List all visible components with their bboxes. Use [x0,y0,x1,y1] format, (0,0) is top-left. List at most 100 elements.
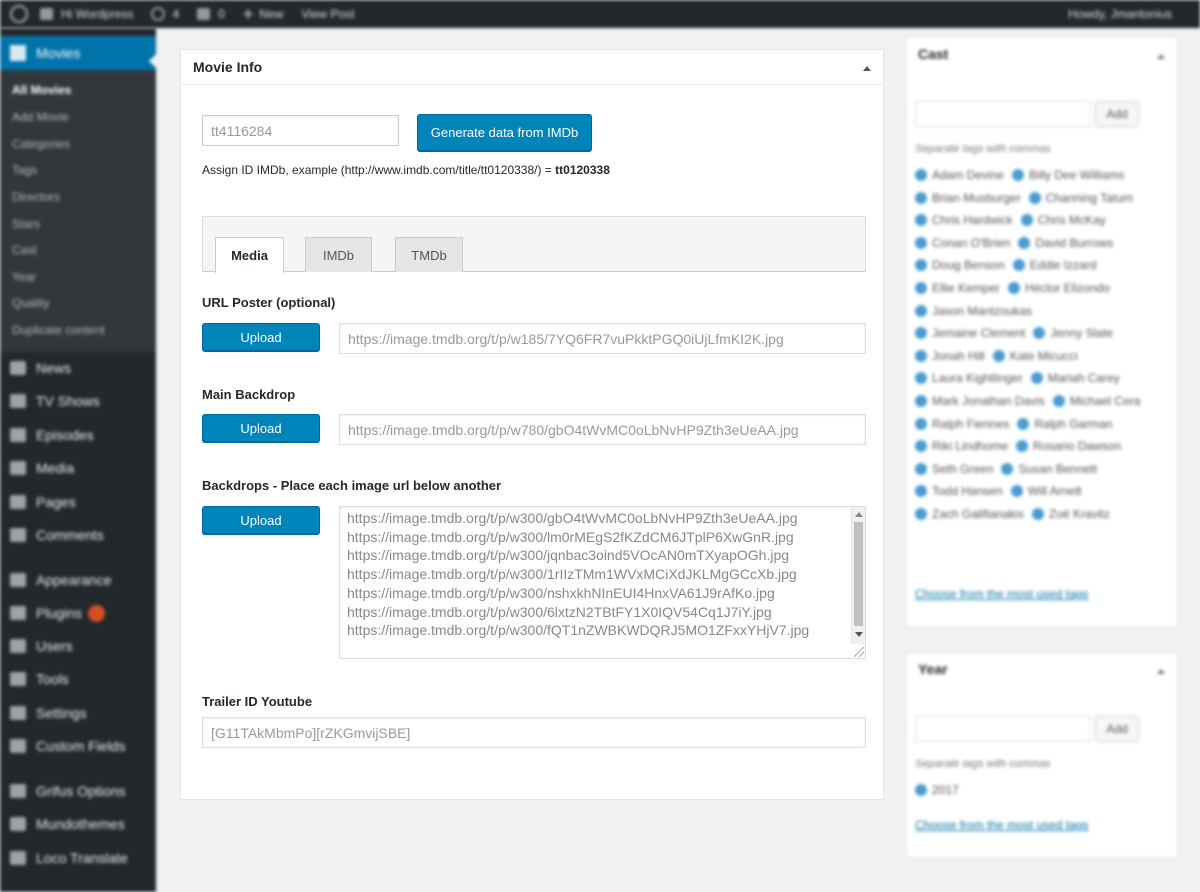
remove-tag-icon[interactable] [915,281,927,294]
tag-item[interactable]: Ellie Kemper [915,277,1000,300]
remove-tag-icon[interactable] [915,372,927,385]
tag-item[interactable]: Michael Cera [1052,390,1140,413]
new-content-link[interactable]: + New [243,5,284,23]
backdrops-upload-button[interactable]: Upload [202,506,320,534]
poster-url-input[interactable]: https://image.tmdb.org/t/p/w185/7YQ6FR7v… [339,323,866,354]
tag-item[interactable]: Mark Jonathan Davis [915,390,1045,413]
remove-tag-icon[interactable] [1018,236,1031,249]
wordpress-logo-icon[interactable] [10,5,28,23]
tag-item[interactable]: Ralph Fiennes [915,413,1009,436]
menu-item-users[interactable]: Users [0,631,156,661]
poster-upload-button[interactable]: Upload [202,323,320,351]
remove-tag-icon[interactable] [915,259,927,272]
backdrops-textarea[interactable]: https://image.tmdb.org/t/p/w300/gbO4tWvM… [339,506,866,659]
metabox-header[interactable]: Movie Info [181,50,883,85]
tag-item[interactable]: Riki Lindhome [915,435,1008,458]
scrollbar-thumb[interactable] [854,522,863,626]
trailer-id-input[interactable]: [G11TAkMbmPo][rZKGmvijSBE] [202,717,866,748]
remove-tag-icon[interactable] [915,417,927,430]
tag-item[interactable]: Brian Musburger [915,187,1021,210]
remove-tag-icon[interactable] [915,327,927,340]
resize-grip-icon[interactable] [854,647,864,657]
tag-item[interactable]: Susan Bennett [1001,458,1097,481]
submenu-directors[interactable]: Directors [12,190,60,204]
remove-tag-icon[interactable] [915,214,927,227]
remove-tag-icon[interactable] [915,507,927,520]
cast-most-used-link[interactable]: Choose from the most used tags [915,587,1088,601]
view-post-link[interactable]: View Post [301,7,354,21]
submenu-add-movie[interactable]: Add Movie [12,110,69,124]
tag-item[interactable]: David Burrows [1018,232,1113,255]
menu-item-settings[interactable]: Settings [0,698,156,728]
remove-tag-icon[interactable] [1028,191,1041,204]
submenu-cast[interactable]: Cast [12,243,37,257]
scroll-down-arrow-icon[interactable] [855,632,863,637]
remove-tag-icon[interactable] [915,485,927,498]
year-tag-input[interactable] [915,716,1091,742]
tag-item[interactable]: Seth Green [915,458,993,481]
menu-item-media[interactable]: Media [0,453,156,483]
tag-item[interactable]: Adam Devine [915,164,1004,187]
remove-tag-icon[interactable] [992,349,1005,362]
remove-tag-icon[interactable] [1010,485,1023,498]
menu-item-episodes[interactable]: Episodes [0,420,156,450]
remove-tag-icon[interactable] [915,440,927,453]
remove-tag-icon[interactable] [1030,372,1043,385]
remove-tag-icon[interactable] [915,462,927,475]
collapse-arrow-icon[interactable] [1157,54,1165,59]
tag-item[interactable]: Jonah Hill [915,345,985,368]
tag-item[interactable]: Jason Mantzoukas [915,300,1032,323]
menu-item-appearance[interactable]: Appearance [0,565,156,595]
tag-item[interactable]: Jenny Slate [1033,322,1113,345]
submenu-year[interactable]: Year [12,270,36,284]
menu-item-tools[interactable]: Tools [0,664,156,694]
remove-tag-icon[interactable] [1001,462,1014,475]
tag-item[interactable]: Chris McKay [1020,209,1106,232]
submenu-duplicate-content[interactable]: Duplicate content [12,323,105,337]
tab-imdb[interactable]: IMDb [305,237,372,272]
scroll-up-arrow-icon[interactable] [855,512,863,517]
submenu-tags[interactable]: Tags [12,163,37,177]
menu-item-plugins[interactable]: Plugins [0,598,156,628]
textarea-scrollbar[interactable] [851,507,865,644]
remove-tag-icon[interactable] [1008,281,1021,294]
remove-tag-icon[interactable] [915,191,927,204]
remove-tag-icon[interactable] [915,349,927,362]
menu-item-mundothemes[interactable]: Mundothemes [0,809,156,839]
tag-item[interactable]: Mariah Carey [1030,367,1120,390]
backdrop-url-input[interactable]: https://image.tmdb.org/t/p/w780/gbO4tWvM… [339,414,866,445]
tag-item[interactable]: Chris Hardwick [915,209,1013,232]
year-most-used-link[interactable]: Choose from the most used tags [915,818,1088,832]
backdrop-upload-button[interactable]: Upload [202,414,320,442]
tag-item[interactable]: Channing Tatum [1028,187,1133,210]
remove-tag-icon[interactable] [915,394,927,407]
remove-tag-icon[interactable] [1020,214,1033,227]
tag-item[interactable]: Héctor Elizondo [1008,277,1110,300]
menu-item-movies[interactable]: Movies [0,36,157,70]
remove-tag-icon[interactable] [1016,440,1029,453]
comments-link[interactable]: 0 [197,7,225,21]
menu-item-loco-translate[interactable]: Loco Translate [0,843,156,873]
remove-tag-icon[interactable] [915,236,927,249]
submenu-categories[interactable]: Categories [12,137,70,151]
tag-item[interactable]: Eddie Izzard [1012,254,1096,277]
tag-item[interactable]: Will Arnett [1010,480,1082,503]
tag-item[interactable]: Zach Galifianakis [915,503,1024,526]
remove-tag-icon[interactable] [915,169,927,181]
tag-item[interactable]: Laura Kightlinger [915,367,1023,390]
remove-tag-icon[interactable] [1052,394,1065,407]
tag-item[interactable]: Ralph Garman [1017,413,1112,436]
remove-tag-icon[interactable] [1012,169,1025,181]
remove-tag-icon[interactable] [1017,417,1030,430]
menu-item-grifus-options[interactable]: Grifus Options [0,776,156,806]
tag-item[interactable]: 2017 [915,779,959,802]
cast-tag-input[interactable] [915,101,1091,127]
tab-tmdb[interactable]: TMDb [395,237,463,272]
account-menu[interactable]: Howdy, Jmantonius [1068,7,1172,21]
cast-add-button[interactable]: Add [1095,101,1139,127]
remove-tag-icon[interactable] [915,784,927,796]
remove-tag-icon[interactable] [1033,327,1046,340]
tag-item[interactable]: Todd Hansen [915,480,1003,503]
updates-link[interactable]: 4 [151,7,179,21]
tag-item[interactable]: Doug Benson [915,254,1005,277]
